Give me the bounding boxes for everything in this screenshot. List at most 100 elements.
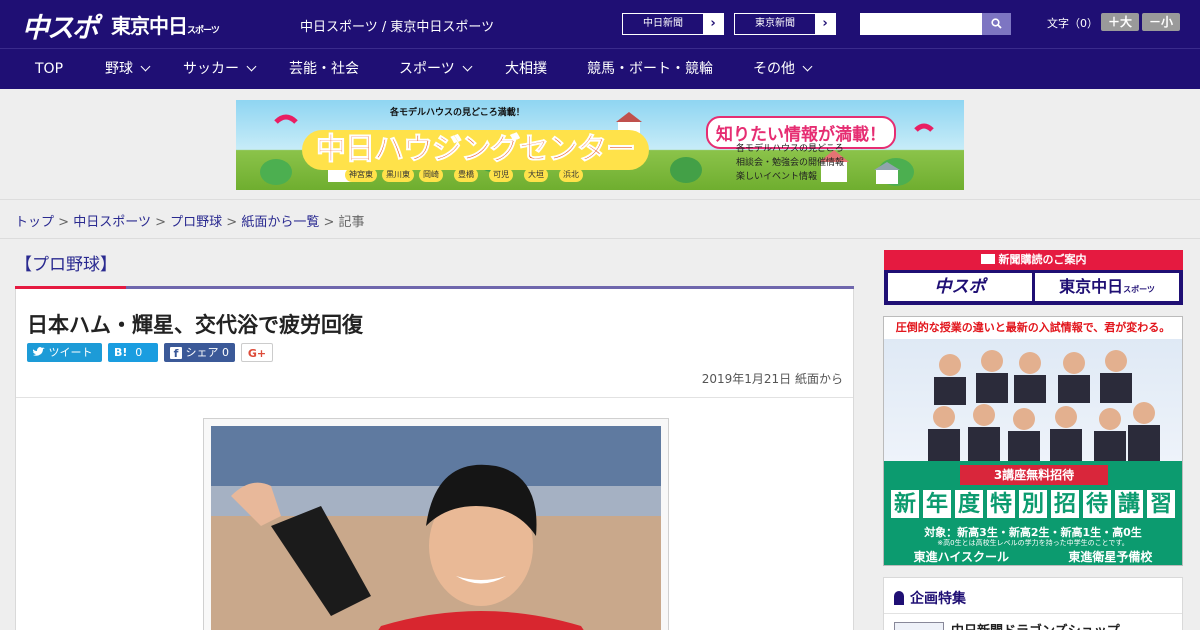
- main-nav: TOP 野球 サッカー 芸能・社会 スポーツ 大相撲 競馬・ボート・競輪 その他: [0, 48, 1200, 89]
- nav-item-label: TOP: [35, 61, 64, 77]
- banner-feature-line: 楽しいイベント情報: [736, 172, 818, 182]
- player-photo-illustration: [211, 426, 661, 630]
- font-size-up-button[interactable]: ＋大: [1101, 13, 1139, 31]
- breadcrumb-bar: トップ > 中日スポーツ > プロ野球 > 紙面から一覧 > 記事: [0, 200, 1200, 239]
- course-note: ※高0生とは高校生レベルの学力を持った中学生のことです。: [937, 539, 1129, 547]
- google-plus-button[interactable]: G+: [241, 343, 273, 362]
- chuspo-logo[interactable]: 中スポ: [22, 6, 99, 45]
- nav-item-label: サッカー: [183, 61, 239, 77]
- breadcrumb-separator: >: [323, 215, 335, 230]
- housing-center-banner[interactable]: 各モデルハウスの見どころ満載！ 中日ハウジングセンター 知りたい情報が満載！ 各…: [236, 100, 964, 190]
- hatena-icon: B!: [114, 346, 128, 359]
- nav-item-label: 野球: [105, 61, 133, 77]
- facebook-share-label: シェア: [185, 346, 219, 359]
- toshin-ad-teachers: [884, 339, 1182, 461]
- search-icon: [991, 18, 1002, 29]
- banner-title: 中日ハウジングセンター: [302, 130, 649, 170]
- font-size-down-button[interactable]: －小: [1142, 13, 1180, 31]
- nav-item-sports[interactable]: スポーツ: [399, 49, 473, 90]
- nav-item-sumo[interactable]: 大相撲: [505, 49, 547, 90]
- facebook-icon: f: [170, 347, 182, 360]
- tokyo-chunichi-logo[interactable]: 東京中日スポーツ: [111, 10, 220, 39]
- hatena-count: 0: [135, 346, 143, 359]
- chevron-right-icon: ›: [815, 14, 835, 34]
- subscription-box: 新聞購読のご案内 中スポ 東京中日スポーツ: [884, 250, 1183, 305]
- article-category: 【プロ野球】: [15, 255, 117, 275]
- ext-link-label: 中日新聞: [643, 18, 683, 29]
- breadcrumb-current: 記事: [338, 215, 365, 230]
- article-headline: 日本ハム・輝星、交代浴で疲労回復: [27, 313, 363, 337]
- banner-city-tag: 大垣: [524, 168, 548, 182]
- course-char: 別: [1018, 489, 1048, 519]
- subscription-heading: 新聞購読のご案内: [884, 250, 1183, 270]
- banner-city-tag: 黒川東: [382, 168, 414, 182]
- nav-item-label: スポーツ: [399, 61, 455, 77]
- nav-item-label: 競馬・ボート・競輪: [587, 61, 713, 77]
- facebook-share-count: 0: [222, 346, 229, 359]
- feature-heading-text: 企画特集: [910, 591, 966, 607]
- feature-thumbnail[interactable]: [894, 622, 944, 630]
- nav-item-label: 大相撲: [505, 61, 547, 77]
- course-char: 新: [890, 489, 920, 519]
- twitter-icon: [32, 347, 45, 356]
- course-char: 習: [1146, 489, 1176, 519]
- nav-item-racing[interactable]: 競馬・ボート・競輪: [587, 49, 713, 90]
- nav-item-soccer[interactable]: サッカー: [183, 49, 257, 90]
- course-char: 特: [986, 489, 1016, 519]
- subscription-heading-text: 新聞購読のご案内: [998, 253, 1087, 266]
- tweet-button[interactable]: ツイート: [27, 343, 102, 362]
- toshin-brand: 東進ハイスクール: [913, 550, 1010, 564]
- toshin-brand: 東進衛星予備校: [1068, 550, 1153, 564]
- breadcrumb-separator: >: [58, 215, 70, 230]
- breadcrumb-separator: >: [226, 215, 238, 230]
- feature-heading: 企画特集: [894, 588, 966, 608]
- article-card: 日本ハム・輝星、交代浴で疲労回復 ツイート B! 0 f シェア 0 G+ 20…: [15, 289, 854, 630]
- teachers-illustration: [928, 350, 1160, 461]
- tokyo-logo-small: スポーツ: [187, 26, 220, 36]
- breadcrumb-link-pro-baseball[interactable]: プロ野球: [170, 215, 222, 230]
- article-photo-frame: [203, 418, 669, 630]
- nav-item-top[interactable]: TOP: [35, 49, 63, 90]
- nav-item-label: 芸能・社会: [289, 61, 359, 77]
- banner-feature-line: 相談会・勉強会の開催情報: [736, 158, 845, 168]
- breadcrumb: トップ > 中日スポーツ > プロ野球 > 紙面から一覧 > 記事: [15, 211, 365, 230]
- feature-item-link[interactable]: 中日新聞ドラゴンズショップ: [951, 620, 1120, 630]
- article-date: 2019年1月21日: [701, 372, 792, 386]
- banner-city-tag: 神宮東: [345, 168, 377, 182]
- chevron-down-icon: [802, 61, 813, 72]
- tokyo-shimbun-link[interactable]: 東京新聞 ›: [734, 13, 836, 35]
- breadcrumb-link-paper-list[interactable]: 紙面から一覧: [241, 215, 319, 230]
- chevron-down-icon: [246, 61, 257, 72]
- feature-divider: [884, 613, 1182, 614]
- nav-item-baseball[interactable]: 野球: [105, 49, 151, 90]
- breadcrumb-link-chunichi-sports[interactable]: 中日スポーツ: [73, 215, 151, 230]
- banner-feature-line: 各モデルハウスの見どころ: [736, 144, 844, 154]
- ad-area: 各モデルハウスの見どころ満載！ 中日ハウジングセンター 知りたい情報が満載！ 各…: [0, 89, 1200, 200]
- feature-box: 企画特集 中日新聞ドラゴンズショップ: [883, 577, 1183, 630]
- course-char: 年: [922, 489, 952, 519]
- search-button[interactable]: [982, 13, 1011, 35]
- tweet-label: ツイート: [48, 346, 93, 359]
- nav-item-other[interactable]: その他: [753, 49, 813, 90]
- chevron-down-icon: [462, 61, 473, 72]
- banner-feature-list: 各モデルハウスの見どころ 相談会・勉強会の開催情報 楽しいイベント情報: [736, 142, 844, 184]
- nav-item-entertainment[interactable]: 芸能・社会: [289, 49, 359, 90]
- subscribe-tokyo-small: スポーツ: [1123, 285, 1155, 294]
- chunichi-shimbun-link[interactable]: 中日新聞 ›: [622, 13, 724, 35]
- breadcrumb-separator: >: [155, 215, 166, 230]
- toshin-ad[interactable]: 圧倒的な授業の違いと最新の入試情報で、君が変わる。 3講座無料招待 新 年 度 …: [883, 316, 1183, 566]
- newspaper-icon: [980, 254, 995, 264]
- article-divider: [16, 397, 853, 398]
- hatena-bookmark-button[interactable]: B! 0: [108, 343, 158, 362]
- subscribe-tokyo-chunichi-button[interactable]: 東京中日スポーツ: [1035, 273, 1179, 301]
- breadcrumb-link-top[interactable]: トップ: [15, 215, 54, 230]
- search-input[interactable]: [860, 13, 982, 35]
- banner-city-tag: 岡崎: [419, 168, 443, 182]
- top-header: 中スポ 東京中日スポーツ 中日スポーツ / 東京中日スポーツ 中日新聞 › 東京…: [0, 0, 1200, 48]
- subscribe-chuspo-button[interactable]: 中スポ: [888, 273, 1032, 301]
- article-photo[interactable]: [211, 426, 661, 630]
- course-char: 待: [1082, 489, 1112, 519]
- special-course-title: 新 年 度 特 別 招 待 講 習: [890, 489, 1176, 519]
- course-char: 度: [954, 489, 984, 519]
- facebook-share-button[interactable]: f シェア 0: [164, 343, 235, 362]
